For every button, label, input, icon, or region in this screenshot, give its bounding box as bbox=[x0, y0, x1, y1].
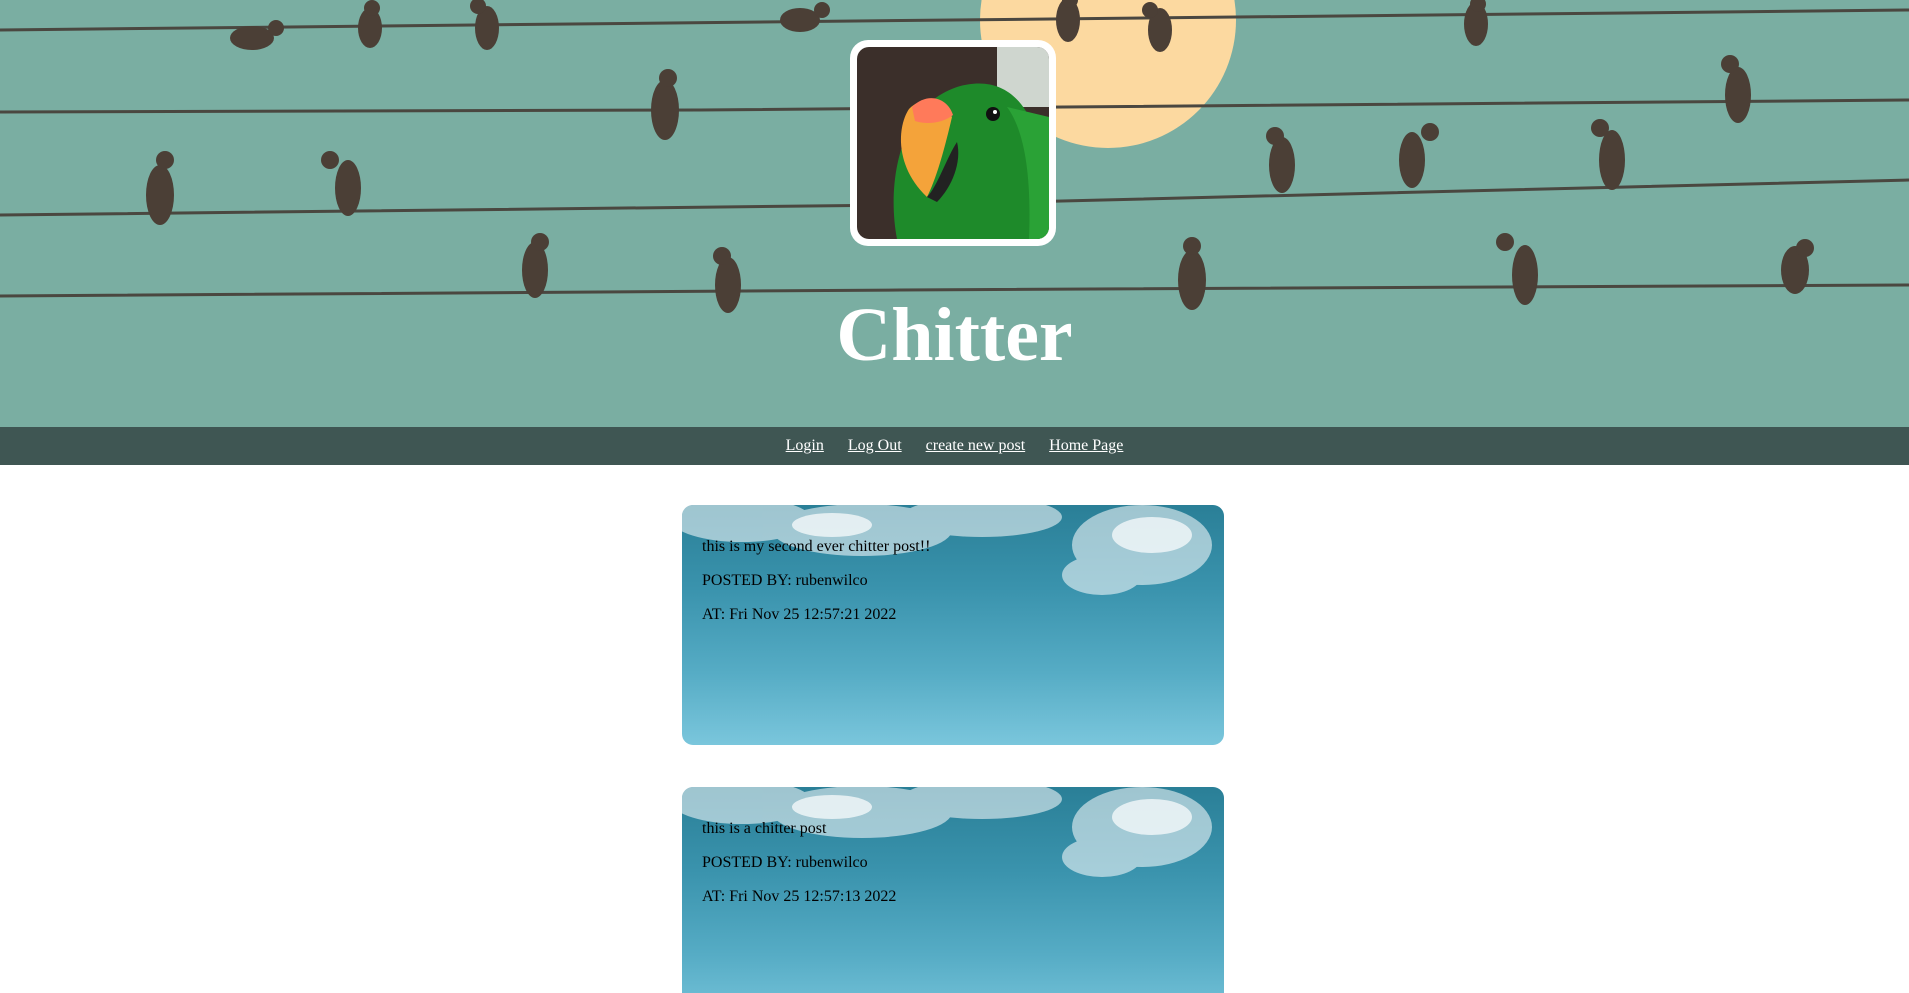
post-author: POSTED BY: rubenwilco bbox=[702, 854, 868, 871]
avatar bbox=[850, 40, 1056, 246]
parrot-avatar bbox=[857, 47, 1049, 239]
nav-logout-link[interactable]: Log Out bbox=[848, 437, 902, 454]
nav-home-page-link[interactable]: Home Page bbox=[1049, 437, 1123, 454]
post-body: this is a chitter post POSTED BY: rubenw… bbox=[702, 820, 896, 922]
header-banner: Chitter bbox=[0, 0, 1909, 427]
site-title: Chitter bbox=[836, 293, 1073, 377]
nav-login-link[interactable]: Login bbox=[786, 437, 824, 454]
post-text: this is a chitter post bbox=[702, 820, 827, 837]
page: Chitter Login Log Out create new post Ho… bbox=[0, 0, 1909, 993]
nav-bar: Login Log Out create new post Home Page bbox=[0, 427, 1909, 465]
nav-create-post-link[interactable]: create new post bbox=[926, 437, 1026, 454]
post-timestamp: AT: Fri Nov 25 12:57:13 2022 bbox=[702, 888, 897, 905]
post-body: this is my second ever chitter post!! PO… bbox=[702, 538, 930, 640]
post-card: this is my second ever chitter post!! PO… bbox=[682, 505, 1224, 745]
post-author: POSTED BY: rubenwilco bbox=[702, 572, 868, 589]
post-card: this is a chitter post POSTED BY: rubenw… bbox=[682, 787, 1224, 993]
post-timestamp: AT: Fri Nov 25 12:57:21 2022 bbox=[702, 606, 897, 623]
post-text: this is my second ever chitter post!! bbox=[702, 538, 931, 555]
